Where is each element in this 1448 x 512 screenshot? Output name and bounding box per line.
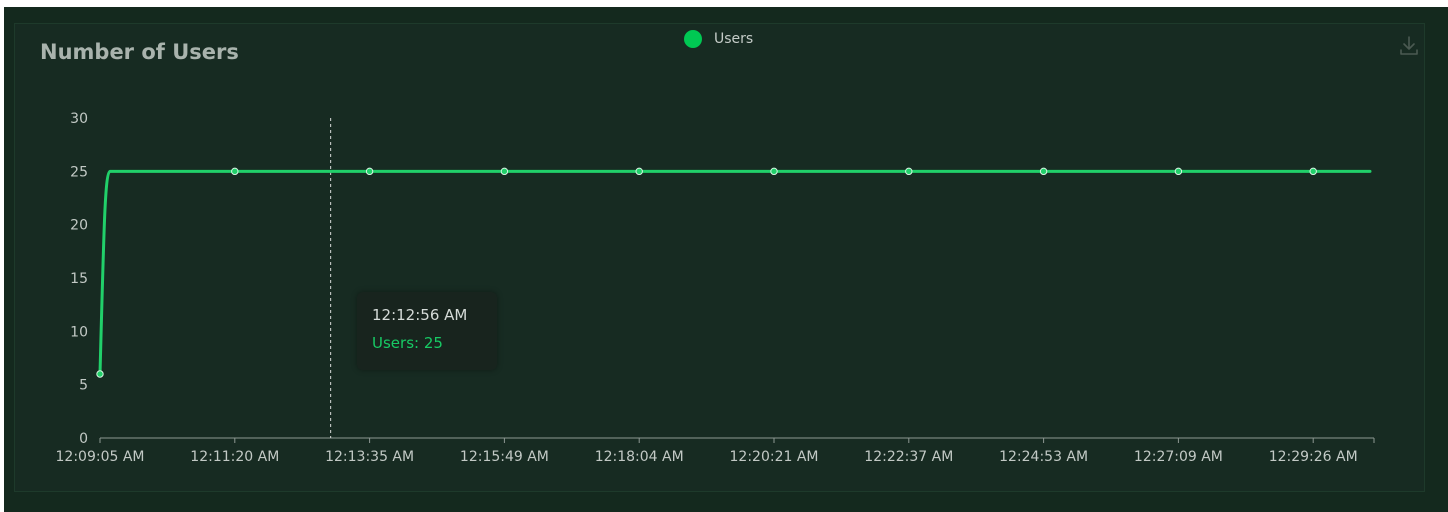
x-tick-label: 12:11:20 AM — [190, 449, 279, 465]
data-point[interactable] — [770, 167, 778, 176]
data-point[interactable] — [96, 370, 104, 378]
data-point[interactable] — [365, 167, 374, 176]
data-point[interactable] — [1039, 167, 1048, 176]
data-point[interactable] — [1309, 167, 1317, 176]
x-tick-label: 12:24:53 AM — [999, 449, 1088, 465]
x-tick-label: 12:29:26 AM — [1269, 449, 1358, 465]
y-tick-label: 5 — [79, 378, 88, 394]
data-point[interactable] — [500, 167, 509, 176]
users-line-chart[interactable]: 0 5 10 15 20 25 30 12:09:05 AM 12:11:20 AM 12:13… — [0, 0, 1448, 512]
chart-tooltip: 12:12:56 AM Users: 25 — [357, 292, 497, 370]
x-tick-label: 12:13:35 AM — [325, 449, 414, 465]
y-tick-label: 25 — [70, 164, 88, 180]
x-axis: 12:09:05 AM 12:11:20 AM 12:13:35 AM 12:15:4… — [56, 437, 1375, 465]
x-tick-label: 12:09:05 AM — [56, 449, 145, 465]
x-tick-label: 12:20:21 AM — [730, 449, 819, 465]
series-users — [96, 167, 1372, 378]
data-point[interactable] — [635, 167, 643, 176]
data-point[interactable] — [1174, 167, 1183, 176]
data-point[interactable] — [231, 167, 239, 176]
y-tick-label: 20 — [70, 218, 88, 234]
y-tick-label: 0 — [79, 431, 88, 447]
y-tick-label: 30 — [70, 111, 88, 127]
x-tick-label: 12:15:49 AM — [460, 449, 549, 465]
y-tick-label: 15 — [70, 271, 88, 287]
x-tick-label: 12:22:37 AM — [864, 449, 953, 465]
series-line-users — [98, 169, 1372, 376]
tooltip-value: Users: 25 — [372, 334, 443, 352]
y-tick-label: 10 — [70, 324, 88, 340]
x-tick-label: 12:18:04 AM — [595, 449, 684, 465]
x-tick-label: 12:27:09 AM — [1134, 449, 1223, 465]
data-point[interactable] — [905, 167, 913, 176]
y-axis: 0 5 10 15 20 25 30 — [70, 111, 88, 447]
tooltip-time: 12:12:56 AM — [372, 306, 468, 324]
